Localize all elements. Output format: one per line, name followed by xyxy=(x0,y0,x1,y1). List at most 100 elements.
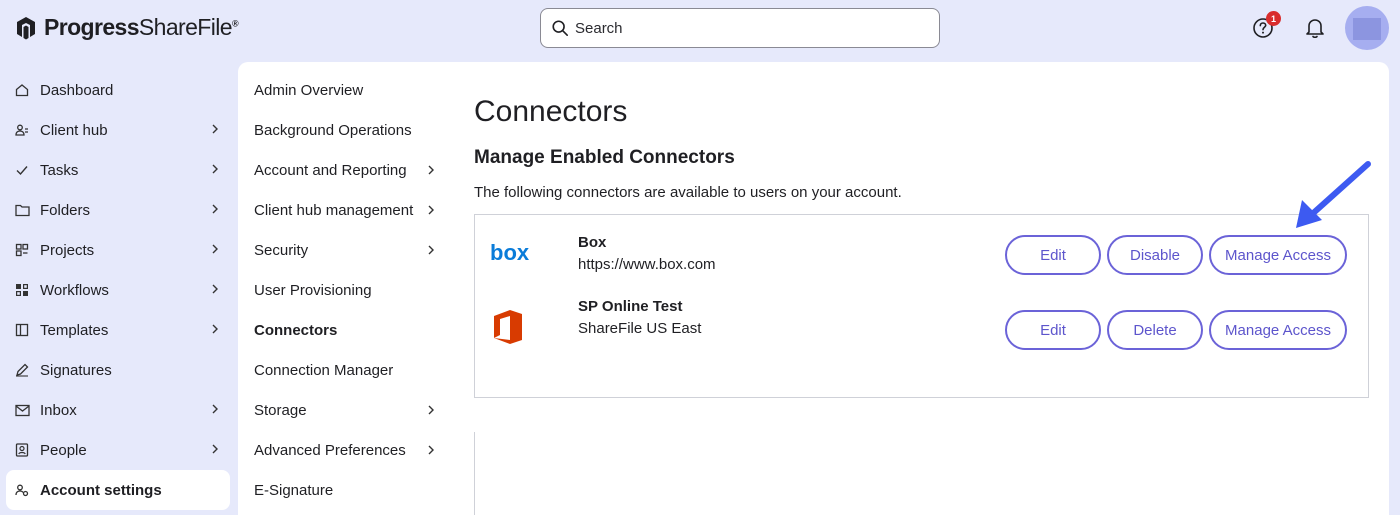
bell-icon[interactable] xyxy=(1305,17,1325,39)
box-logo-text: box xyxy=(490,241,529,265)
subnav-item-client-hub-management[interactable]: Client hub management xyxy=(238,190,450,230)
subnav-item-label: Connection Manager xyxy=(254,361,394,379)
connector-row: SP Online Test ShareFile US East Edit De… xyxy=(475,295,1368,355)
section-description: The following connectors are available t… xyxy=(474,184,902,201)
search-box[interactable] xyxy=(540,8,940,48)
subnav-item-storage[interactable]: Storage xyxy=(238,390,450,430)
sidebar-item-people[interactable]: People xyxy=(0,430,238,470)
sidebar-item-label: Signatures xyxy=(40,361,112,379)
manage-access-button[interactable]: Manage Access xyxy=(1209,310,1347,350)
subnav-item-label: E-Signature xyxy=(254,481,334,499)
sidebar-item-client-hub[interactable]: Client hub xyxy=(0,110,238,150)
chevron-right-icon xyxy=(428,165,434,175)
subnav-item-label: User Provisioning xyxy=(254,281,372,299)
progress-logo-icon xyxy=(17,16,35,39)
subnav-item-admin-overview[interactable]: Admin Overview xyxy=(238,70,450,110)
sidebar-item-projects[interactable]: Projects xyxy=(0,230,238,270)
sidebar-item-label: Projects xyxy=(40,241,95,259)
subnav-item-security[interactable]: Security xyxy=(238,230,450,270)
subnav-item-label: Background Operations xyxy=(254,121,412,139)
section-title: Manage Enabled Connectors xyxy=(474,147,735,168)
subnav-item-label: Client hub management xyxy=(254,201,414,219)
chevron-right-icon xyxy=(212,204,218,214)
sidebar-item-label: Workflows xyxy=(40,281,109,299)
sidebar-item-label: People xyxy=(40,441,87,459)
brand-name: ProgressShareFile® xyxy=(44,14,239,40)
subnav-item-label: Advanced Preferences xyxy=(254,441,406,459)
subnav-item-label: Connectors xyxy=(254,321,338,339)
connector-name: Box xyxy=(578,234,607,251)
sidebar-item-label: Inbox xyxy=(40,401,77,419)
chevron-right-icon xyxy=(428,245,434,255)
people-icon xyxy=(14,442,30,458)
subnav-item-label: Storage xyxy=(254,401,307,419)
delete-button[interactable]: Delete xyxy=(1107,310,1203,350)
settings-subnav: Admin Overview Background Operations Acc… xyxy=(238,70,450,510)
templates-icon xyxy=(14,322,30,338)
chevron-right-icon xyxy=(212,404,218,414)
edit-button[interactable]: Edit xyxy=(1005,310,1101,350)
sidebar-item-workflows[interactable]: Workflows xyxy=(0,270,238,310)
subnav-item-e-signature[interactable]: E-Signature xyxy=(238,470,450,510)
check-icon xyxy=(14,162,30,178)
client-hub-icon xyxy=(14,122,30,138)
box-logo-icon: box xyxy=(490,241,529,265)
chevron-right-icon xyxy=(428,445,434,455)
mail-icon xyxy=(14,402,30,418)
sidebar-item-label: Templates xyxy=(40,321,109,339)
chevron-right-icon xyxy=(212,124,218,134)
connector-name: SP Online Test xyxy=(578,298,683,315)
subnav-item-user-provisioning[interactable]: User Provisioning xyxy=(238,270,450,310)
projects-icon xyxy=(14,242,30,258)
connector-row: box Box https://www.box.com Edit Disable… xyxy=(475,229,1368,289)
settings-icon xyxy=(14,482,30,498)
sidebar-item-dashboard[interactable]: Dashboard xyxy=(0,70,238,110)
page-title: Connectors xyxy=(474,95,628,128)
sidebar-item-account-settings[interactable]: Account settings xyxy=(6,470,230,510)
sidebar-item-label: Account settings xyxy=(40,481,162,499)
sidebar: Dashboard Client hub Tasks Folders Proje… xyxy=(0,70,238,510)
sidebar-item-signatures[interactable]: Signatures xyxy=(0,350,238,390)
edit-button[interactable]: Edit xyxy=(1005,235,1101,275)
subnav-item-label: Security xyxy=(254,241,309,259)
subnav-item-label: Admin Overview xyxy=(254,81,364,99)
notification-badge: 1 xyxy=(1266,11,1281,26)
pen-icon xyxy=(14,362,30,378)
disable-button[interactable]: Disable xyxy=(1107,235,1203,275)
sidebar-item-templates[interactable]: Templates xyxy=(0,310,238,350)
app-logo[interactable]: ProgressShareFile® xyxy=(14,14,239,41)
sidebar-item-label: Dashboard xyxy=(40,81,114,99)
office-icon xyxy=(494,310,522,344)
subnav-item-advanced-preferences[interactable]: Advanced Preferences xyxy=(238,430,450,470)
search-input[interactable] xyxy=(575,19,915,37)
connector-url: https://www.box.com xyxy=(578,256,716,273)
chevron-right-icon xyxy=(212,284,218,294)
sidebar-item-inbox[interactable]: Inbox xyxy=(0,390,238,430)
folder-icon xyxy=(14,202,30,218)
connector-region: ShareFile US East xyxy=(578,320,702,337)
chevron-right-icon xyxy=(428,205,434,215)
avatar[interactable] xyxy=(1345,6,1389,50)
connectors-list: box Box https://www.box.com Edit Disable… xyxy=(474,214,1369,398)
sidebar-item-tasks[interactable]: Tasks xyxy=(0,150,238,190)
divider xyxy=(474,432,475,515)
content-panel: Admin Overview Background Operations Acc… xyxy=(238,62,1389,515)
sidebar-item-folders[interactable]: Folders xyxy=(0,190,238,230)
sidebar-item-label: Folders xyxy=(40,201,91,219)
subnav-item-label: Account and Reporting xyxy=(254,161,407,179)
chevron-right-icon xyxy=(212,244,218,254)
manage-access-button[interactable]: Manage Access xyxy=(1209,235,1347,275)
subnav-item-connection-manager[interactable]: Connection Manager xyxy=(238,350,450,390)
subnav-item-account-and-reporting[interactable]: Account and Reporting xyxy=(238,150,450,190)
chevron-right-icon xyxy=(428,405,434,415)
chevron-right-icon xyxy=(212,164,218,174)
sidebar-item-label: Client hub xyxy=(40,121,108,139)
workflow-icon xyxy=(14,282,30,298)
subnav-item-background-operations[interactable]: Background Operations xyxy=(238,110,450,150)
home-icon xyxy=(14,82,30,98)
search-icon xyxy=(552,20,569,37)
subnav-item-connectors[interactable]: Connectors xyxy=(238,310,450,350)
chevron-right-icon xyxy=(212,324,218,334)
sidebar-item-label: Tasks xyxy=(40,161,79,179)
annotation-arrow-icon xyxy=(1296,161,1371,228)
